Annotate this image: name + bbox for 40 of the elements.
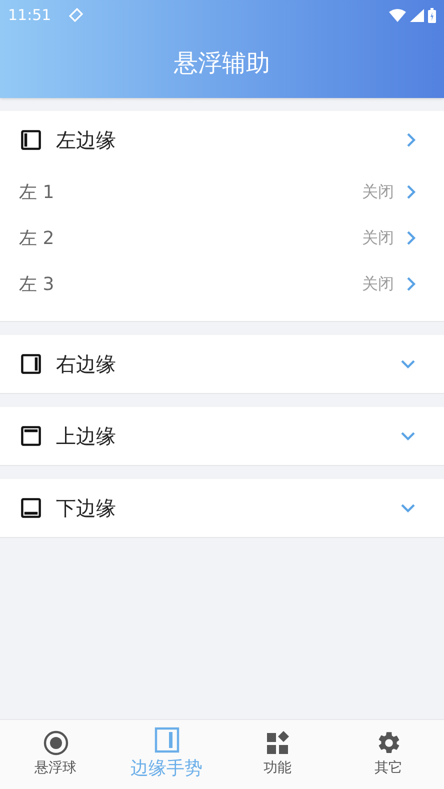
nav-tab[interactable]: 悬浮球: [0, 720, 111, 789]
section-header[interactable]: 上边缘: [0, 407, 444, 465]
nav-tab[interactable]: 其它: [333, 720, 444, 789]
page-title: 悬浮辅助: [174, 48, 270, 79]
wifi-icon: [389, 8, 406, 22]
edge-panel-icon: [20, 129, 42, 151]
section-header[interactable]: 下边缘: [0, 479, 444, 537]
signal-icon: [410, 8, 424, 22]
chevron-right-icon: [406, 230, 416, 246]
section-title: 下边缘: [56, 495, 117, 522]
slot-label: 左 1: [19, 180, 56, 204]
tag-icon: [69, 8, 84, 22]
slot-label: 左 3: [19, 272, 56, 296]
section-title: 左边缘: [56, 127, 117, 154]
status-time: 11:51: [8, 4, 52, 26]
slot-label: 左 2: [19, 226, 56, 250]
section-header[interactable]: 右边缘: [0, 335, 444, 393]
chevron-down-icon: [400, 431, 416, 441]
chevron-right-icon: [406, 132, 416, 148]
section-title: 上边缘: [56, 423, 117, 450]
widgets-icon: [264, 730, 290, 756]
slot-row[interactable]: 左 3 关闭: [0, 261, 444, 307]
chevron-down-icon: [400, 359, 416, 369]
chevron-down-icon: [400, 503, 416, 513]
slot-status: 关闭: [362, 181, 394, 203]
slot-row[interactable]: 左 2 关闭: [0, 215, 444, 261]
edge-panel-icon: [20, 497, 42, 519]
edge-panel-icon: [20, 353, 42, 375]
radio-circle-icon: [42, 730, 68, 756]
chevron-right-icon: [406, 276, 416, 292]
slot-row[interactable]: 左 1 关闭: [0, 169, 444, 215]
section-title: 右边缘: [56, 351, 117, 378]
edge-panel-icon: [20, 425, 42, 447]
section-header[interactable]: 左边缘: [0, 111, 444, 169]
battery-icon: [428, 8, 436, 22]
edge-panel-icon: [154, 727, 180, 753]
slot-status: 关闭: [362, 227, 394, 249]
nav-tab[interactable]: 功能: [222, 720, 333, 789]
slot-status: 关闭: [362, 273, 394, 295]
chevron-right-icon: [406, 184, 416, 200]
